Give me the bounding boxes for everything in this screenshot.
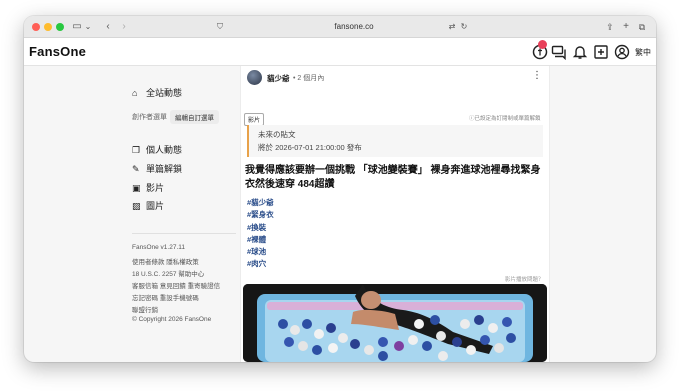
language-switch[interactable]: 繁中	[635, 47, 651, 58]
profile-icon[interactable]	[614, 44, 630, 60]
subscription-hint: ⓘ已設定為訂閱制或單篇解鎖	[469, 116, 541, 122]
author-avatar[interactable]	[247, 70, 262, 85]
bell-icon[interactable]	[572, 44, 588, 60]
browser-toolbar: ▭ ⌄ ‹ › ⛉ fansone.co ⇄ ↻ ⇪ + ⧉	[24, 16, 656, 38]
author-name[interactable]: 貓少爺	[267, 73, 290, 84]
close-window-button[interactable]	[32, 23, 40, 31]
hashtag-list: #貓少爺 #緊身衣 #換裝 #裸體 #球池 #肉穴	[247, 197, 274, 271]
scheduled-post-title: 未來の貼文	[258, 130, 296, 139]
creator-menu-label: 創作者選單	[132, 114, 167, 121]
hashtag[interactable]: #裸體	[247, 234, 274, 246]
copyright-text: © Copyright 2026 FansOne	[132, 316, 212, 323]
left-sidebar: ⌂ 全站動態 創作者選單 編輯自訂選單 ❐ 個人動態 ✎ 單篇解鎖 ▣ 影片 ▨ 圖片 F…	[130, 72, 240, 362]
post-time: • 2 個月內	[293, 75, 325, 82]
new-tab-icon[interactable]: +	[620, 20, 632, 34]
footer-links-password[interactable]: 忘記密碼 重設手機號碼	[132, 292, 199, 302]
hashtag[interactable]: #球池	[247, 246, 274, 258]
share-icon[interactable]: ⇪	[604, 20, 616, 34]
video-issue-link[interactable]: 影片播放問題？	[505, 275, 544, 283]
hashtag[interactable]: #肉穴	[247, 258, 274, 270]
scheduled-post-time: 將於 2026-07-01 21:00:00 發布	[258, 143, 362, 152]
sidebar-item-label: 全站動態	[146, 88, 183, 98]
home-icon: ⌂	[132, 88, 138, 98]
post-card: 貓少爺 • 2 個月內 ⋮ 影片 ⓘ已設定為訂閱制或單篇解鎖 未來の貼文 將於 …	[240, 66, 550, 362]
add-post-icon[interactable]	[593, 44, 609, 60]
maximize-window-button[interactable]	[56, 23, 64, 31]
chat-icon[interactable]	[551, 44, 567, 61]
footer-link-affiliate[interactable]: 聯盟行銷	[132, 304, 158, 314]
scheduled-post-box: 未來の貼文 將於 2026-07-01 21:00:00 發布	[247, 125, 543, 157]
forward-icon[interactable]: ›	[118, 20, 130, 34]
unlock-icon: ✎	[132, 164, 140, 174]
edit-menu-button[interactable]: 編輯自訂選單	[170, 110, 219, 124]
hashtag[interactable]: #貓少爺	[247, 197, 274, 209]
sidebar-item-label: 影片	[146, 183, 165, 193]
version-text: FansOne v1.27.11	[132, 244, 185, 251]
video-icon: ▣	[132, 183, 141, 193]
image-icon: ▨	[132, 201, 141, 211]
fansone-logo[interactable]: FansOne	[29, 44, 86, 59]
sidebar-item-home[interactable]: ⌂ 全站動態	[132, 86, 182, 99]
sidebar-item-label: 個人動態	[146, 145, 183, 155]
sidebar-divider	[132, 233, 236, 234]
reload-icon[interactable]: ↻	[458, 20, 470, 34]
sidebar-item-image[interactable]: ▨ 圖片	[132, 199, 164, 212]
video-thumbnail	[243, 284, 547, 362]
post-title: 我覺得應該要辦一個挑戰 「球池變裝賽」 裸身奔進球池裡尋找緊身衣然後速穿 484…	[245, 165, 541, 190]
back-icon[interactable]: ‹	[102, 20, 114, 34]
minimize-window-button[interactable]	[44, 23, 52, 31]
hashtag[interactable]: #換裝	[247, 222, 274, 234]
sidebar-item-label: 圖片	[146, 201, 165, 211]
footer-links-terms[interactable]: 使用者條款 隱私權政策	[132, 256, 199, 266]
footer-links-help[interactable]: 18 U.S.C. 2257 幫助中心	[132, 268, 204, 278]
notification-badge	[538, 40, 547, 49]
sidebar-item-unlock[interactable]: ✎ 單篇解鎖	[132, 162, 182, 175]
tab-overview-icon[interactable]: ⧉	[636, 20, 648, 34]
translate-icon[interactable]: ⇄	[446, 20, 458, 34]
video-player[interactable]	[243, 284, 547, 362]
sidebar-item-personal-feed[interactable]: ❐ 個人動態	[132, 143, 182, 156]
footer-links-support[interactable]: 客服信箱 意見回饋 重寄驗證信	[132, 280, 220, 290]
sidebar-item-video[interactable]: ▣ 影片	[132, 181, 164, 194]
hashtag[interactable]: #緊身衣	[247, 209, 274, 221]
sidebar-item-label: 單篇解鎖	[146, 164, 183, 174]
more-options-icon[interactable]: ⋮	[532, 70, 542, 81]
app-header: FansOne 繁中	[24, 38, 656, 66]
personal-feed-icon: ❐	[132, 145, 141, 155]
browser-window: ▭ ⌄ ‹ › ⛉ fansone.co ⇄ ↻ ⇪ + ⧉ FansOne 繁…	[24, 16, 656, 362]
chevron-down-icon[interactable]: ⌄	[84, 20, 92, 34]
sidebar-toggle-icon[interactable]: ▭	[70, 20, 84, 34]
